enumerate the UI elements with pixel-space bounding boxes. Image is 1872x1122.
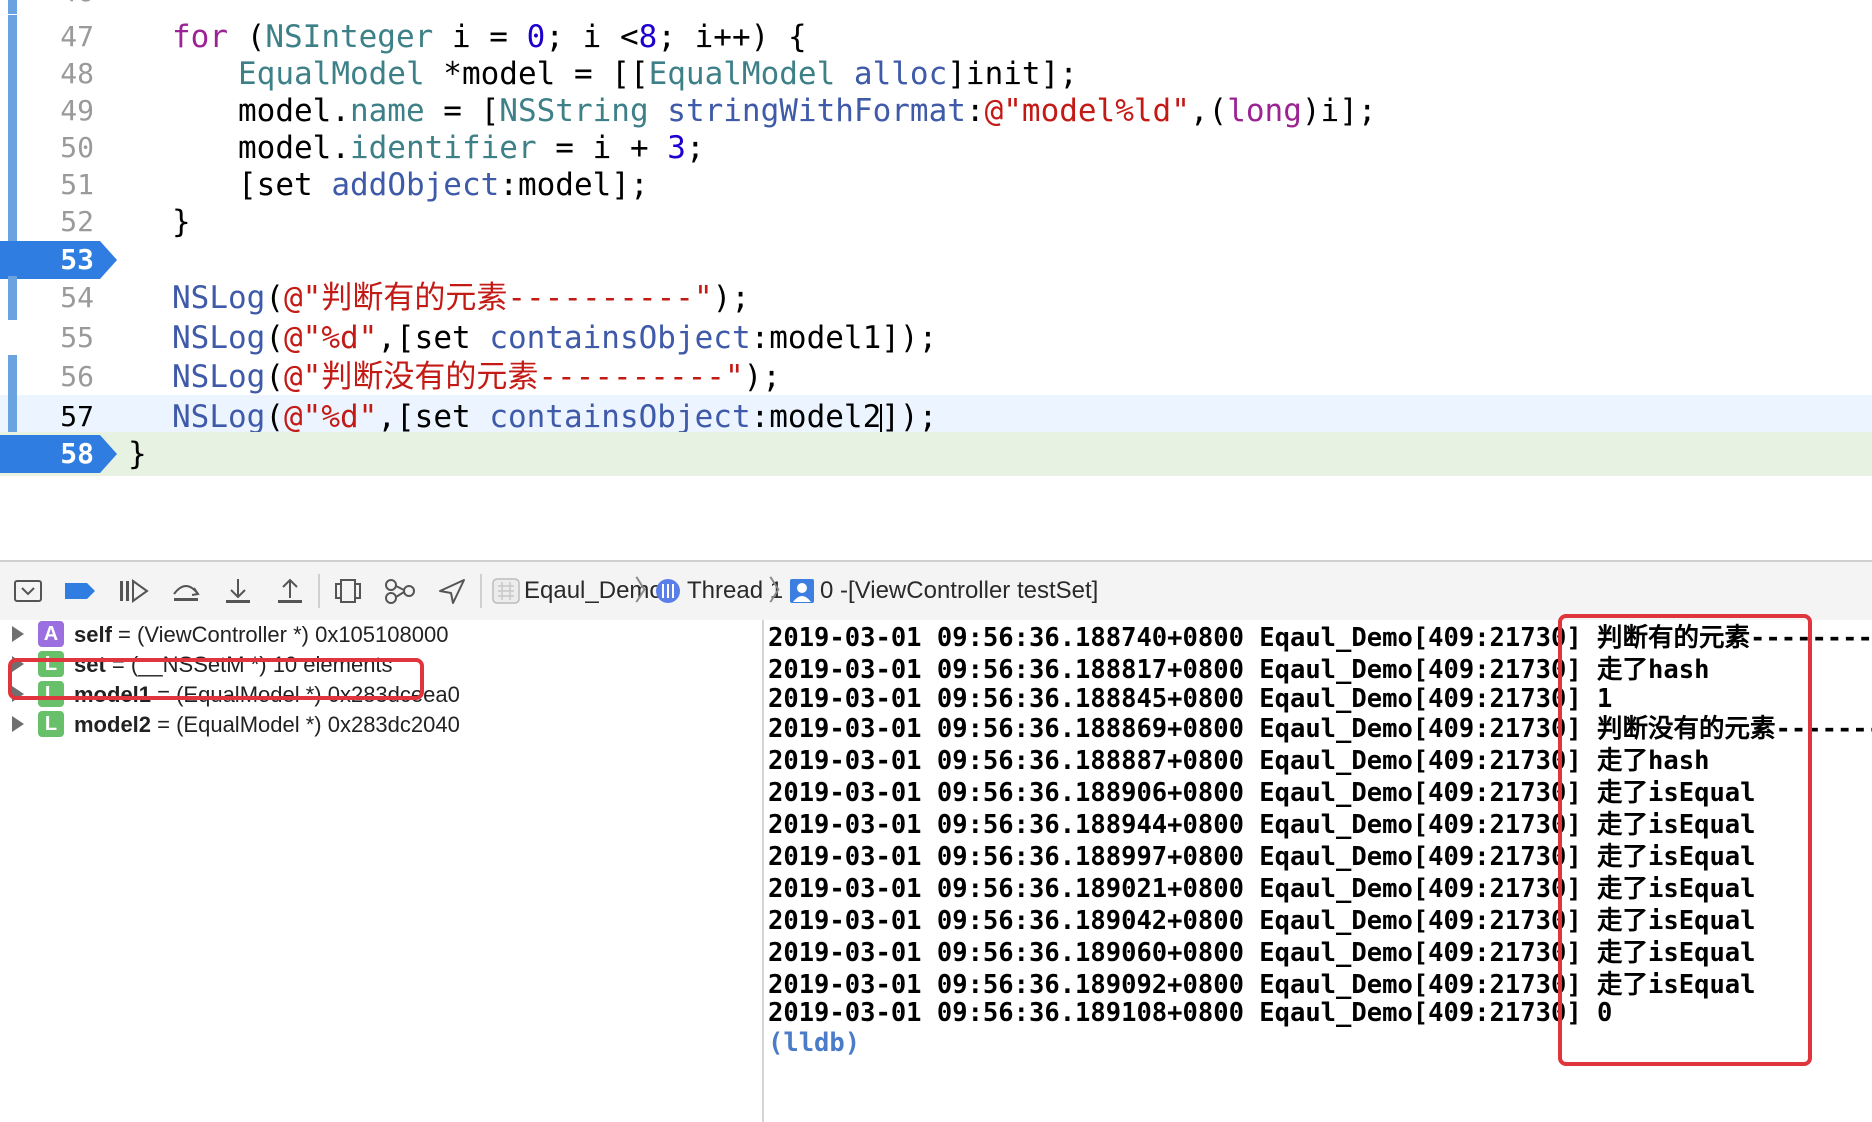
toolbar-divider bbox=[318, 574, 320, 608]
app-icon[interactable] bbox=[490, 576, 526, 606]
change-bar bbox=[8, 355, 17, 399]
disclosure-triangle-icon[interactable] bbox=[12, 716, 24, 732]
line-number: 46 bbox=[22, 0, 94, 14]
source-editor[interactable]: 46 47 for (NSInteger i = 0; i <8; i++) {… bbox=[0, 0, 1872, 560]
code-text[interactable]: } bbox=[128, 432, 147, 476]
stack-frame-icon[interactable] bbox=[786, 576, 822, 606]
line-number[interactable]: 58 bbox=[22, 432, 94, 476]
argument-badge-icon: A bbox=[38, 621, 64, 647]
line-number[interactable]: 56 bbox=[22, 355, 94, 399]
toolbar-divider bbox=[480, 574, 482, 608]
line-number[interactable]: 54 bbox=[22, 276, 94, 320]
memory-graph-icon[interactable] bbox=[382, 576, 418, 606]
annotation-box-console bbox=[1558, 614, 1812, 1066]
line-number[interactable]: 55 bbox=[22, 316, 94, 360]
step-over-icon[interactable] bbox=[168, 576, 204, 606]
step-out-icon[interactable] bbox=[272, 576, 308, 606]
breakpoints-toggle-icon[interactable] bbox=[62, 576, 98, 606]
change-bar bbox=[8, 276, 17, 320]
hide-debug-area-icon[interactable] bbox=[12, 576, 48, 606]
debug-bar: Eqaul_Demo 〉 Thread 1 〉 0 -[ViewControll… bbox=[0, 560, 1872, 622]
simulate-location-icon[interactable] bbox=[434, 576, 470, 606]
thread-icon[interactable] bbox=[652, 576, 688, 606]
disclosure-triangle-icon[interactable] bbox=[12, 626, 24, 642]
continue-icon[interactable] bbox=[116, 576, 152, 606]
code-line: 46 bbox=[0, 0, 1872, 14]
code-line: 54 NSLog(@"判断有的元素----------"); bbox=[0, 276, 1872, 320]
variable-text: model2 = (EqualModel *) 0x283dc2040 bbox=[74, 712, 460, 737]
code-text[interactable]: NSLog(@"%d",[set containsObject:model1])… bbox=[172, 316, 937, 360]
console-line: 2019-03-01 09:56:36.189108+0800 Eqaul_De… bbox=[768, 998, 1613, 1028]
code-text[interactable]: NSLog(@"判断没有的元素----------"); bbox=[172, 355, 781, 399]
breadcrumb-frame[interactable]: 0 -[ViewController testSet] bbox=[820, 562, 1098, 620]
variable-row[interactable]: L model2 = (EqualModel *) 0x283dc2040 bbox=[0, 707, 762, 743]
lldb-prompt[interactable]: (lldb) bbox=[768, 1025, 860, 1061]
annotation-box-set bbox=[8, 658, 424, 700]
local-badge-icon: L bbox=[38, 711, 64, 737]
step-into-icon[interactable] bbox=[220, 576, 256, 606]
view-hierarchy-icon[interactable] bbox=[330, 576, 366, 606]
code-line: 56 NSLog(@"判断没有的元素----------"); bbox=[0, 355, 1872, 399]
code-text[interactable]: NSLog(@"判断有的元素----------"); bbox=[172, 276, 750, 320]
code-line: 55 NSLog(@"%d",[set containsObject:model… bbox=[0, 316, 1872, 360]
stopped-code-line: 58 } bbox=[0, 432, 1872, 476]
